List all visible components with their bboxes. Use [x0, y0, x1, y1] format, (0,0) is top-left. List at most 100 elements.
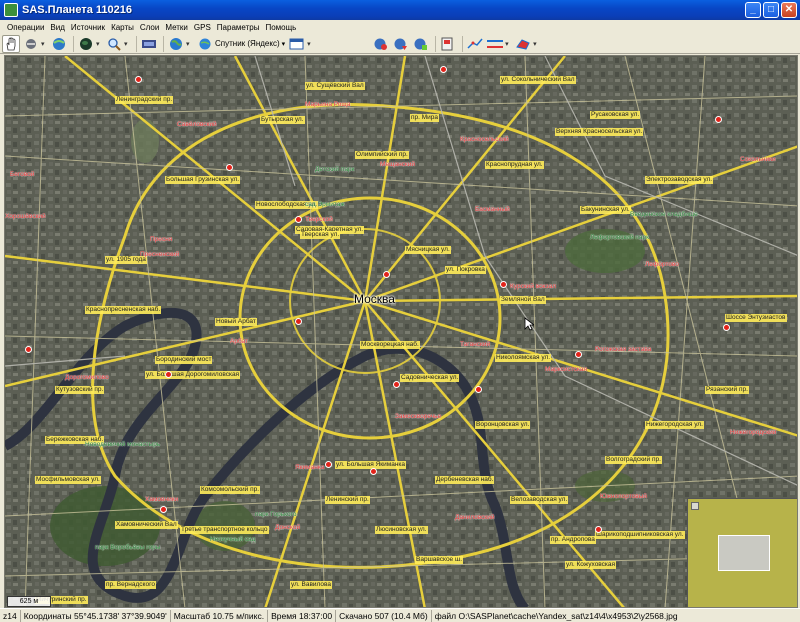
street-label: Ленинский пр. — [325, 496, 370, 504]
metro-icon[interactable] — [165, 371, 172, 378]
menu-marks[interactable]: Метки — [162, 23, 191, 32]
metro-icon[interactable] — [393, 381, 400, 388]
layers-button[interactable] — [288, 35, 306, 53]
street-label: Краснопрудная ул. — [485, 161, 544, 169]
close-button[interactable]: ✕ — [781, 2, 797, 18]
street-label: пр. Андропова — [550, 536, 596, 544]
metro-icon[interactable] — [295, 318, 302, 325]
district-label: Якиманка — [295, 464, 325, 471]
district-label: Курский вокзал — [510, 283, 557, 290]
metro-icon[interactable] — [440, 66, 447, 73]
metro-icon[interactable] — [160, 506, 167, 513]
add-mark-button[interactable] — [466, 35, 484, 53]
menu-source[interactable]: Источник — [68, 23, 108, 32]
add-polygon-button[interactable] — [514, 35, 532, 53]
satellite-dropdown-icon[interactable]: ▾ — [41, 40, 47, 48]
layers-dropdown-icon[interactable]: ▾ — [307, 40, 313, 48]
district-label: Арбат — [230, 338, 248, 345]
menu-layers[interactable]: Слои — [137, 23, 162, 32]
map-type-button[interactable] — [167, 35, 185, 53]
map-source-dropdown-icon[interactable]: ▾ — [282, 40, 286, 48]
status-zoom: z14 — [0, 609, 21, 622]
status-coordinates: Координаты 55°45.1738' 37°39.9049' — [21, 609, 171, 622]
mouse-cursor-icon — [524, 317, 534, 331]
status-downloaded: Скачано 507 (10.4 Мб) — [336, 609, 432, 622]
map-type-dropdown-icon[interactable]: ▾ — [186, 40, 192, 48]
street-label: Нижегородская ул. — [645, 421, 704, 429]
metro-icon[interactable] — [383, 271, 390, 278]
metro-icon[interactable] — [25, 346, 32, 353]
add-polygon-dropdown-icon[interactable]: ▾ — [533, 40, 539, 48]
zoom-dropdown-icon[interactable]: ▾ — [124, 40, 130, 48]
street-label: Комсомольский пр. — [200, 486, 261, 494]
metro-icon[interactable] — [295, 216, 302, 223]
metro-icon[interactable] — [723, 324, 730, 331]
layers-window-icon — [289, 38, 304, 49]
satellite-tool-button[interactable] — [22, 35, 40, 53]
hand-tool-button[interactable] — [2, 34, 20, 53]
generate-tool-button[interactable] — [392, 35, 410, 53]
metro-icon[interactable] — [135, 76, 142, 83]
menu-maps[interactable]: Карты — [108, 23, 137, 32]
ruler-icon — [142, 39, 156, 48]
street-label: Москворецкая наб. — [360, 341, 420, 349]
metro-icon[interactable] — [226, 164, 233, 171]
district-label: Хорошёвский — [5, 213, 46, 220]
street-label: Русаковская ул. — [590, 111, 641, 119]
earth-icon — [170, 37, 182, 50]
globe-dropdown-icon[interactable]: ▾ — [96, 40, 102, 48]
metro-icon[interactable] — [595, 526, 602, 533]
gps-tool-button[interactable] — [50, 35, 68, 53]
globe-gps-icon — [53, 37, 65, 50]
export-tool-button[interactable] — [412, 35, 430, 53]
minimize-button[interactable]: _ — [745, 2, 761, 18]
minimap-resize-handle[interactable] — [691, 502, 699, 510]
metro-icon[interactable] — [475, 386, 482, 393]
minimap[interactable] — [687, 498, 797, 607]
zoom-tool-button[interactable] — [105, 35, 123, 53]
globe-tool-button[interactable] — [77, 35, 95, 53]
caption-buttons: _ □ ✕ — [745, 2, 797, 18]
park-label: Нескучный сад — [210, 536, 256, 543]
park-label: парк Воробьёвы горы — [95, 544, 161, 551]
ruler-tool-button[interactable] — [140, 35, 158, 53]
menu-view[interactable]: Вид — [47, 23, 67, 32]
city-label: Москва — [354, 292, 395, 306]
minimap-viewport-frame[interactable] — [718, 535, 770, 571]
app-icon — [4, 3, 18, 17]
status-file-path: файл O:\SASPlanet\cache\Yandex_sat\z14\4… — [434, 610, 678, 621]
street-label: Рязанский пр. — [705, 386, 749, 394]
add-line-dropdown-icon[interactable]: ▾ — [505, 40, 511, 48]
add-line-button[interactable] — [486, 35, 504, 53]
export-globe-icon — [414, 38, 428, 50]
maximize-button[interactable]: □ — [763, 2, 779, 18]
metro-icon[interactable] — [715, 116, 722, 123]
district-label: Мещанский — [380, 161, 416, 168]
street-label: ул. Кожуховская — [565, 561, 617, 569]
street-label: Волгоградский пр. — [605, 456, 662, 464]
fullscreen-button[interactable] — [439, 35, 457, 53]
metro-icon[interactable] — [575, 351, 582, 358]
add-path-icon — [467, 38, 483, 49]
download-tool-button[interactable] — [372, 35, 390, 53]
menu-help[interactable]: Помощь — [262, 23, 299, 32]
status-time: Время 18:37:00 — [268, 609, 337, 622]
park-label: Новодевичий монастырь — [85, 441, 161, 448]
toolbar-separator — [136, 35, 137, 52]
map-source-select[interactable]: Спутник (Яндекс) ▾ — [195, 35, 289, 52]
menu-operations[interactable]: Операции — [4, 23, 47, 32]
menu-parameters[interactable]: Параметры — [214, 23, 263, 32]
district-label: Марьина Роща — [305, 101, 351, 108]
title-bar[interactable]: SAS.Планета 110216 _ □ ✕ — [0, 0, 800, 20]
metro-icon[interactable] — [325, 461, 332, 468]
metro-icon[interactable] — [500, 281, 507, 288]
street-label: Бородинский мост — [155, 356, 213, 364]
menu-gps[interactable]: GPS — [191, 23, 214, 32]
add-line-icon — [487, 39, 504, 48]
park-label: сад Эрмитаж — [305, 201, 345, 208]
district-label: Савёловский — [177, 121, 217, 128]
dark-globe-icon — [80, 37, 92, 50]
metro-icon[interactable] — [370, 468, 377, 475]
map-viewport[interactable]: ул. Сущёвский Вал ул. Сокольнический Вал Л… — [4, 55, 798, 608]
scale-indicator: 625 м — [7, 596, 51, 607]
